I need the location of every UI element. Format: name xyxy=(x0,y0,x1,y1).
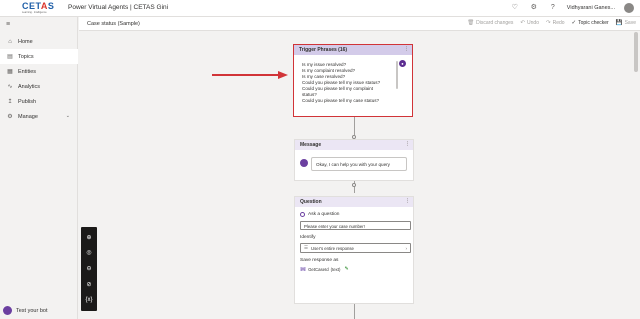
home-icon: ⌂ xyxy=(8,38,12,45)
zoom-in-icon[interactable]: ⊕ xyxy=(86,234,91,242)
redo-icon: ↷ xyxy=(545,20,551,26)
message-node-header: Message ⋮ xyxy=(295,140,413,150)
bell-icon[interactable]: ♡ xyxy=(510,3,520,13)
sidebar-item-entities[interactable]: ▦ Entities xyxy=(0,64,78,79)
topic-toolbar: Case status (Sample) 🗑 Discard changes ↶… xyxy=(79,17,640,31)
variable-icon: {x} xyxy=(300,267,307,271)
sidebar-item-label: Analytics xyxy=(18,83,41,90)
editor-actions: 🗑 Discard changes ↶ Undo ↷ Redo ✓ Topic … xyxy=(467,20,636,26)
checker-icon: ✓ xyxy=(571,20,577,26)
sidebar-item-home[interactable]: ⌂ Home xyxy=(0,34,78,49)
help-icon[interactable]: ? xyxy=(548,3,558,13)
cetas-logo: CETAS Learning · Intelligence xyxy=(22,1,55,15)
entity-icon: ☰ xyxy=(304,245,309,250)
discard-icon: 🗑 xyxy=(467,20,475,26)
user-name[interactable]: Vidhyarani Ganes... xyxy=(567,5,615,11)
chevron-right-icon: › xyxy=(405,246,408,251)
scrollbar-thumb[interactable] xyxy=(634,32,638,72)
message-text[interactable]: Okay, I can help you with your query xyxy=(311,157,407,171)
question-node[interactable]: Question ⋮ Ask a question Please enter y… xyxy=(294,196,414,304)
topic-checker-button[interactable]: ✓ Topic checker xyxy=(572,20,609,26)
save-button[interactable]: 💾 Save xyxy=(616,20,636,26)
ask-question-option[interactable]: Ask a question xyxy=(300,212,411,217)
more-options-icon[interactable]: ⋮ xyxy=(404,46,409,52)
canvas-scrollbar[interactable] xyxy=(634,32,638,317)
entities-icon: ▦ xyxy=(7,69,13,75)
bot-icon xyxy=(300,159,308,167)
sidebar-item-publish[interactable]: ↥ Publish xyxy=(0,94,78,109)
variable-type: (text) xyxy=(330,266,341,272)
breadcrumb: Case status (Sample) xyxy=(87,21,140,27)
reset-icon[interactable]: ⊘ xyxy=(86,281,91,289)
sidebar-item-topics[interactable]: ▤ Topics xyxy=(0,49,78,64)
phrase-scrollbar[interactable] xyxy=(396,61,398,89)
variables-icon[interactable]: {x} xyxy=(85,296,92,304)
sidebar-item-analytics[interactable]: ∿ Analytics xyxy=(0,79,78,94)
bot-icon xyxy=(3,306,12,315)
test-bot-label: Test your bot xyxy=(16,307,48,314)
trigger-phrase: Could you please tell my case status? xyxy=(302,98,380,103)
gear-icon[interactable]: ⚙ xyxy=(529,3,539,13)
variable-name: GetCaseId xyxy=(308,266,329,272)
connector-line xyxy=(354,304,355,319)
sidebar-item-label: Entities xyxy=(18,68,37,75)
sidebar-item-manage[interactable]: ⚙ Manage ⌄ xyxy=(0,109,78,124)
analytics-icon: ∿ xyxy=(7,84,13,90)
discard-button[interactable]: 🗑 Discard changes xyxy=(467,20,513,26)
sidebar-nav: ⌂ Home ▤ Topics ▦ Entities ∿ Analytics ↥… xyxy=(0,34,78,124)
connector-node[interactable] xyxy=(352,183,356,187)
authoring-canvas[interactable]: Trigger Phrases (16) ⋮ Is my issue resol… xyxy=(79,31,640,319)
trigger-phrases-node[interactable]: Trigger Phrases (16) ⋮ Is my issue resol… xyxy=(293,44,413,117)
save-icon: 💾 xyxy=(615,20,623,26)
more-options-icon[interactable]: ⋮ xyxy=(405,198,410,204)
top-icons: ♡ ⚙ ? Vidhyarani Ganes... xyxy=(510,3,634,13)
avatar[interactable] xyxy=(624,3,634,13)
edit-pencil-icon[interactable]: ✎ xyxy=(344,266,348,272)
person-icon: ● xyxy=(399,60,406,67)
test-bot-button[interactable]: Test your bot xyxy=(3,306,48,315)
sidebar-item-label: Home xyxy=(18,38,33,45)
hamburger-menu-icon[interactable]: ≡ xyxy=(6,21,10,28)
redo-button[interactable]: ↷ Redo xyxy=(546,20,565,26)
variable-chip[interactable]: {x} GetCaseId (text) ✎ xyxy=(300,266,411,272)
identify-label: Identify xyxy=(300,235,316,240)
fit-icon[interactable]: ◎ xyxy=(86,249,91,257)
annotation-arrow-icon xyxy=(212,71,288,79)
trigger-node-header: Trigger Phrases (16) ⋮ xyxy=(294,45,412,55)
sidebar-item-label: Topics xyxy=(18,53,34,60)
identify-select[interactable]: ☰ User's entire response › xyxy=(300,243,411,253)
app-title: Power Virtual Agents | CETAS Gini xyxy=(68,4,169,11)
connector-line xyxy=(354,117,355,135)
undo-button[interactable]: ↶ Undo xyxy=(520,20,539,26)
manage-icon: ⚙ xyxy=(7,114,13,120)
question-node-header: Question ⋮ xyxy=(295,197,413,207)
trigger-phrase-list: Is my issue resolved? Is my complaint re… xyxy=(302,62,394,104)
more-options-icon[interactable]: ⋮ xyxy=(405,141,410,147)
undo-icon: ↶ xyxy=(520,20,526,26)
zoom-out-icon[interactable]: ⊖ xyxy=(86,265,91,273)
sidebar: ≡ ⌂ Home ▤ Topics ▦ Entities ∿ Analytics… xyxy=(0,17,78,319)
topics-icon: ▤ xyxy=(7,54,13,60)
publish-icon: ↥ xyxy=(7,99,13,105)
radio-icon xyxy=(300,212,305,217)
sidebar-item-label: Publish xyxy=(18,98,37,105)
sidebar-item-label: Manage xyxy=(18,113,38,120)
zoom-controls: ⊕ ◎ ⊖ ⊘ {x} xyxy=(81,227,97,311)
message-node[interactable]: Message ⋮ Okay, I can help you with your… xyxy=(294,139,414,181)
chevron-down-icon: ⌄ xyxy=(65,113,70,119)
top-bar: CETAS Learning · Intelligence Power Virt… xyxy=(0,0,640,17)
save-response-label: Save response as xyxy=(300,258,339,263)
question-prompt-input[interactable]: Please enter your case number! xyxy=(300,221,411,230)
